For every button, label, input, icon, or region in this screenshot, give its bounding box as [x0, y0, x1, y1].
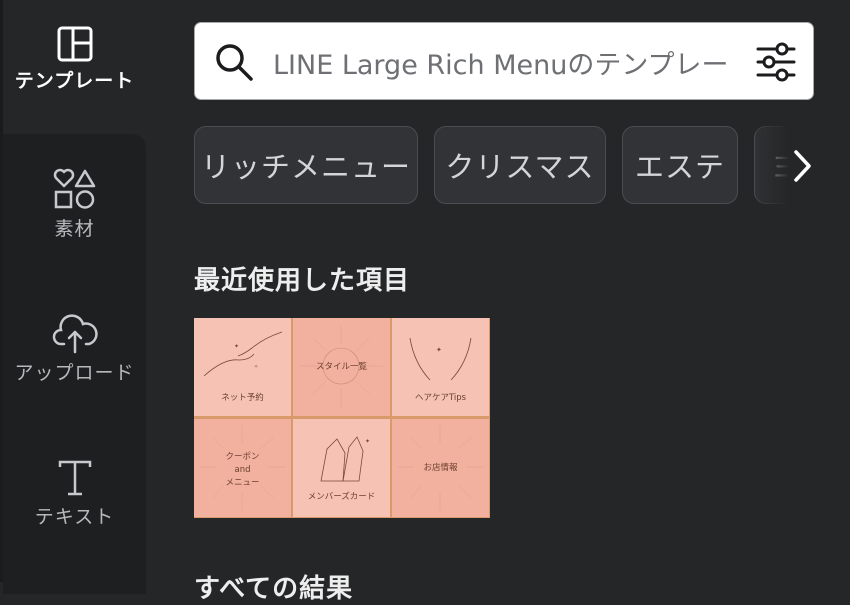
elements-shapes-icon — [53, 168, 95, 209]
sidebar-item-text[interactable]: テキスト — [3, 458, 146, 529]
recent-section-title: 最近使用した項目 — [194, 266, 411, 296]
svg-text:✦: ✦ — [436, 346, 442, 354]
cell-label: クーポン — [225, 452, 260, 462]
chip-rich-menu[interactable]: リッチメニュー — [194, 126, 418, 204]
category-chips: リッチメニュー クリスマス エステ ヨテ — [194, 126, 816, 206]
search-icon[interactable] — [213, 41, 255, 83]
sidebar-item-uploads[interactable]: アップロード — [3, 312, 146, 385]
all-results-section-title: すべての結果 — [194, 574, 354, 604]
cell-label: メニュー — [225, 478, 260, 488]
filter-sliders-icon[interactable] — [755, 41, 797, 83]
template-layout-icon — [57, 26, 92, 62]
svg-text:✦: ✦ — [365, 438, 370, 445]
upload-cloud-icon — [52, 314, 98, 354]
sidebar-item-label: 素材 — [54, 218, 95, 240]
template-cell: クーポン and メニュー — [194, 419, 291, 517]
hands-illustration: ✦ ✧ — [203, 331, 283, 377]
text-t-icon — [58, 460, 91, 496]
side-rail: テンプレート 素材 アップロード テキスト — [0, 0, 148, 594]
template-cell: ✦ ヘアケアTips — [392, 318, 489, 416]
cell-label: and — [234, 465, 251, 475]
recent-template-thumbnail[interactable]: ✦ ✧ ネット予約 スタイル一覧 ✦ ヘアケアTips クーポン and メニュ… — [194, 318, 490, 518]
cell-label: お店情報 — [423, 463, 458, 473]
template-cell: スタイル一覧 — [293, 318, 390, 416]
search-input[interactable] — [273, 41, 833, 83]
crystal-illustration: ✦ — [320, 436, 370, 482]
template-cell: ✦ ✧ ネット予約 — [194, 318, 291, 416]
chevron-right-icon[interactable] — [790, 148, 814, 184]
cell-label: ヘアケアTips — [414, 393, 467, 403]
open-hands-illustration: ✦ — [409, 337, 472, 381]
sidebar-item-templates[interactable]: テンプレート — [3, 26, 146, 93]
chip-christmas[interactable]: クリスマス — [434, 126, 606, 204]
cell-label: メンバーズカード — [307, 492, 376, 502]
cell-label: ネット予約 — [221, 393, 264, 403]
svg-text:✧: ✧ — [254, 364, 258, 370]
svg-text:✦: ✦ — [234, 343, 239, 350]
template-cell: お店情報 — [392, 419, 489, 517]
sidebar-item-label: テキスト — [34, 506, 115, 528]
sidebar-item-label: テンプレート — [14, 70, 135, 92]
chip-esthe[interactable]: エステ — [622, 126, 738, 204]
sidebar-item-elements[interactable]: 素材 — [3, 168, 146, 241]
sidebar-item-label: アップロード — [14, 362, 135, 384]
cell-label: スタイル一覧 — [315, 362, 367, 372]
template-cell: ✦ メンバーズカード — [293, 419, 390, 517]
search-bar — [194, 22, 833, 100]
